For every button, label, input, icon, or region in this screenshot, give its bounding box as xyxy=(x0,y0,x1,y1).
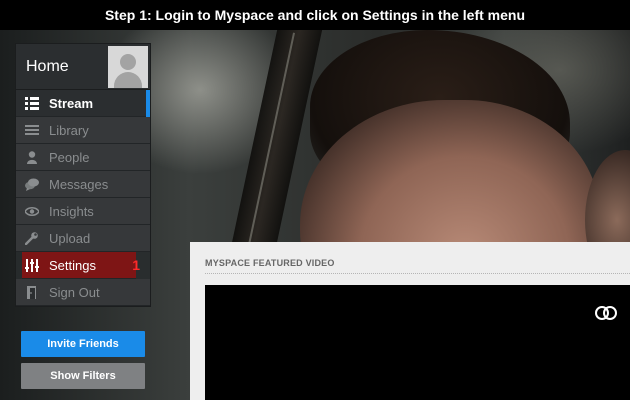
sidebar-item-settings[interactable]: Settings 1 xyxy=(22,252,140,279)
wrench-icon xyxy=(24,232,39,246)
sidebar-item-label: Settings xyxy=(49,258,96,273)
eye-icon xyxy=(24,205,40,218)
invite-friends-button[interactable]: Invite Friends xyxy=(21,331,145,357)
person-icon xyxy=(25,151,39,164)
sidebar-item-insights[interactable]: Insights xyxy=(16,198,150,225)
step-marker: 1 xyxy=(132,257,140,273)
sidebar-item-label: Sign Out xyxy=(49,285,100,300)
sidebar-item-label: Stream xyxy=(49,96,94,111)
library-icon xyxy=(25,124,39,137)
sidebar-item-label: People xyxy=(49,150,90,165)
sidebar-item-stream[interactable]: Stream xyxy=(16,90,150,117)
avatar-head xyxy=(120,54,136,70)
sidebar-item-label: Upload xyxy=(49,231,91,246)
instruction-caption: Step 1: Login to Myspace and click on Se… xyxy=(0,0,630,30)
sliders-icon xyxy=(25,259,39,272)
sidebar-item-upload[interactable]: Upload xyxy=(16,225,150,252)
chat-bubbles-icon xyxy=(25,178,39,191)
stream-icon xyxy=(25,97,39,110)
home-row[interactable]: Home xyxy=(16,44,150,90)
left-menu: Home Stream Library People Messages Insi… xyxy=(15,43,151,307)
sidebar-item-label: Library xyxy=(49,123,89,138)
home-label: Home xyxy=(26,58,69,75)
linked-rings-icon[interactable] xyxy=(594,305,618,321)
door-exit-icon xyxy=(25,286,39,299)
sidebar-item-label: Messages xyxy=(49,177,109,192)
sidebar-item-people[interactable]: People xyxy=(16,144,150,171)
featured-video-panel: MYSPACE FEATURED VIDEO xyxy=(190,242,630,400)
sidebar-item-sign-out[interactable]: Sign Out xyxy=(16,279,150,306)
video-player[interactable] xyxy=(205,285,630,400)
divider xyxy=(205,273,630,274)
sidebar-item-messages[interactable]: Messages xyxy=(16,171,150,198)
sidebar-item-library[interactable]: Library xyxy=(16,117,150,144)
featured-video-title: MYSPACE FEATURED VIDEO xyxy=(205,258,335,268)
show-filters-button[interactable]: Show Filters xyxy=(21,363,145,389)
avatar[interactable] xyxy=(108,46,148,88)
sidebar-item-label: Insights xyxy=(49,204,94,219)
avatar-body xyxy=(114,72,142,88)
